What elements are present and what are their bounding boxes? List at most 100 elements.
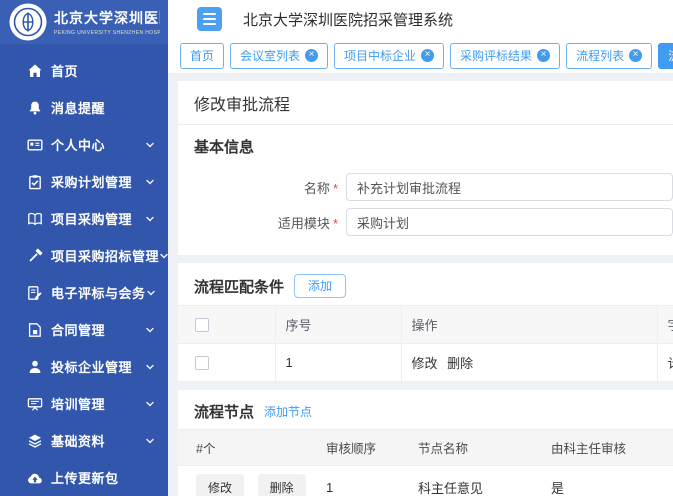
sidebar-toggle-button[interactable] <box>197 7 222 31</box>
tab-process-list[interactable]: 流程列表 <box>566 43 652 69</box>
sidebar-menu: 首页 消息提醒 个人中心 采购计划管理 项目采购管理 <box>0 44 168 496</box>
chevron-down-icon <box>145 436 155 446</box>
flow-nodes-table: #个 审核顺序 节点名称 由科主任审核 修改 删除 1 <box>178 429 673 496</box>
tab-label: 项目中标企业 <box>344 47 416 64</box>
hospital-emblem-icon <box>9 3 47 41</box>
modify-link[interactable]: 修改 <box>412 356 438 371</box>
process-edit-card: 修改审批流程 基本信息 名称* 适用模块* <box>178 81 673 496</box>
clipboard-check-icon <box>26 173 43 190</box>
select-all-checkbox[interactable] <box>195 318 209 332</box>
sidebar-item-label: 首页 <box>51 61 78 80</box>
layers-icon <box>26 432 43 449</box>
sidebar-item-e-evaluation[interactable]: 电子评标与会务 <box>0 274 168 311</box>
tab-close-icon[interactable] <box>305 49 318 62</box>
row-checkbox[interactable] <box>195 356 209 370</box>
sidebar-item-messages[interactable]: 消息提醒 <box>0 89 168 126</box>
tab-label: 流程 <box>668 47 673 64</box>
chevron-down-icon <box>145 399 155 409</box>
sidebar-item-label: 个人中心 <box>51 135 105 154</box>
sidebar-item-label: 投标企业管理 <box>51 357 132 376</box>
chevron-down-icon <box>145 214 155 224</box>
sidebar-item-label: 项目采购管理 <box>51 209 132 228</box>
name-field-label: 名称* <box>178 178 338 197</box>
document-edit-icon <box>26 284 43 301</box>
chevron-down-icon <box>145 177 155 187</box>
tab-home[interactable]: 首页 <box>180 43 224 69</box>
cloud-upload-icon <box>26 469 43 486</box>
top-header: 北京大学深圳医院招采管理系统 <box>168 0 673 38</box>
presentation-icon <box>26 395 43 412</box>
column-header-hash: #个 <box>178 430 308 466</box>
section-divider <box>178 255 673 263</box>
sidebar-item-bidder-enterprises[interactable]: 投标企业管理 <box>0 348 168 385</box>
sidebar-item-label: 培训管理 <box>51 394 105 413</box>
sidebar-item-home[interactable]: 首页 <box>0 52 168 89</box>
required-mark: * <box>333 216 338 231</box>
tab-close-icon[interactable] <box>537 49 550 62</box>
name-input[interactable] <box>346 173 673 201</box>
sidebar-item-label: 项目采购招标管理 <box>51 246 159 265</box>
node-name: 科主任意见 <box>400 466 533 496</box>
sidebar-item-upload-update[interactable]: 上传更新包 <box>0 459 168 496</box>
page-title: 修改审批流程 <box>178 81 673 125</box>
column-header-seq: 序号 <box>275 306 401 344</box>
add-node-link[interactable]: 添加节点 <box>264 403 312 420</box>
column-header-node-name: 节点名称 <box>400 430 533 466</box>
section-heading-basic-info: 基本信息 <box>194 136 254 157</box>
sidebar-item-contract-management[interactable]: 合同管理 <box>0 311 168 348</box>
sidebar-item-project-procurement[interactable]: 项目采购管理 <box>0 200 168 237</box>
node-dept-head: 是 <box>533 466 673 496</box>
column-header-dept-head: 由科主任审核 <box>533 430 673 466</box>
module-input[interactable] <box>346 208 673 236</box>
column-header-action: 操作 <box>401 306 657 344</box>
basic-info-form: 名称* 适用模块* <box>178 164 673 255</box>
sidebar-item-label: 采购计划管理 <box>51 172 132 191</box>
home-icon <box>26 62 43 79</box>
sidebar-item-personal-center[interactable]: 个人中心 <box>0 126 168 163</box>
contract-icon <box>26 321 43 338</box>
sidebar-item-label: 合同管理 <box>51 320 105 339</box>
sidebar-item-label: 上传更新包 <box>51 468 119 487</box>
gavel-icon <box>26 247 43 264</box>
sidebar-item-bidding-management[interactable]: 项目采购招标管理 <box>0 237 168 274</box>
tab-label: 流程列表 <box>576 47 624 64</box>
hospital-name: 北京大学深圳医院 <box>54 8 160 28</box>
id-card-icon <box>26 136 43 153</box>
tab-meeting-room-list[interactable]: 会议室列表 <box>230 43 328 69</box>
delete-button[interactable]: 删除 <box>258 474 306 496</box>
chevron-down-icon <box>145 362 155 372</box>
tab-winning-enterprises[interactable]: 项目中标企业 <box>334 43 444 69</box>
bell-icon <box>26 99 43 116</box>
tab-process[interactable]: 流程 <box>658 43 673 69</box>
hospital-name-en: PEKING UNIVERSITY SHENZHEN HOSPITAL <box>54 30 160 36</box>
delete-link[interactable]: 删除 <box>447 356 473 371</box>
hospital-logo: 北京大学深圳医院 PEKING UNIVERSITY SHENZHEN HOSP… <box>0 0 168 44</box>
module-field-label: 适用模块* <box>178 213 338 232</box>
chevron-down-icon <box>159 251 168 261</box>
tab-bar: 首页 会议室列表 项目中标企业 采购评标结果 流程列表 流程 <box>168 38 673 73</box>
column-header-partial: 字 <box>657 306 673 344</box>
app-window: 北京大学深圳医院 PEKING UNIVERSITY SHENZHEN HOSP… <box>0 0 673 496</box>
row-seq: 1 <box>275 344 401 382</box>
user-icon <box>26 358 43 375</box>
table-row: 修改 删除 1 科主任意见 是 <box>178 466 673 496</box>
column-header-order: 审核顺序 <box>308 430 400 466</box>
sidebar-item-procurement-plan[interactable]: 采购计划管理 <box>0 163 168 200</box>
app-title: 北京大学深圳医院招采管理系统 <box>243 9 453 30</box>
tab-evaluation-results[interactable]: 采购评标结果 <box>450 43 560 69</box>
chevron-down-icon <box>145 140 155 150</box>
add-condition-button[interactable]: 添加 <box>294 274 346 298</box>
modify-button[interactable]: 修改 <box>196 474 244 496</box>
section-heading-match-conditions: 流程匹配条件 <box>194 276 284 297</box>
main-area: 北京大学深圳医院招采管理系统 首页 会议室列表 项目中标企业 采购评标结果 流程… <box>168 0 673 496</box>
sidebar-item-label: 消息提醒 <box>51 98 105 117</box>
sidebar-item-label: 电子评标与会务 <box>51 283 146 302</box>
tab-close-icon[interactable] <box>629 49 642 62</box>
section-divider <box>178 382 673 390</box>
match-conditions-table: 序号 操作 字 1 修改 删除 计 <box>178 305 673 382</box>
node-order: 1 <box>308 466 400 496</box>
sidebar-item-training-management[interactable]: 培训管理 <box>0 385 168 422</box>
sidebar-item-basic-data[interactable]: 基础资料 <box>0 422 168 459</box>
chevron-down-icon <box>146 288 156 298</box>
tab-close-icon[interactable] <box>421 49 434 62</box>
